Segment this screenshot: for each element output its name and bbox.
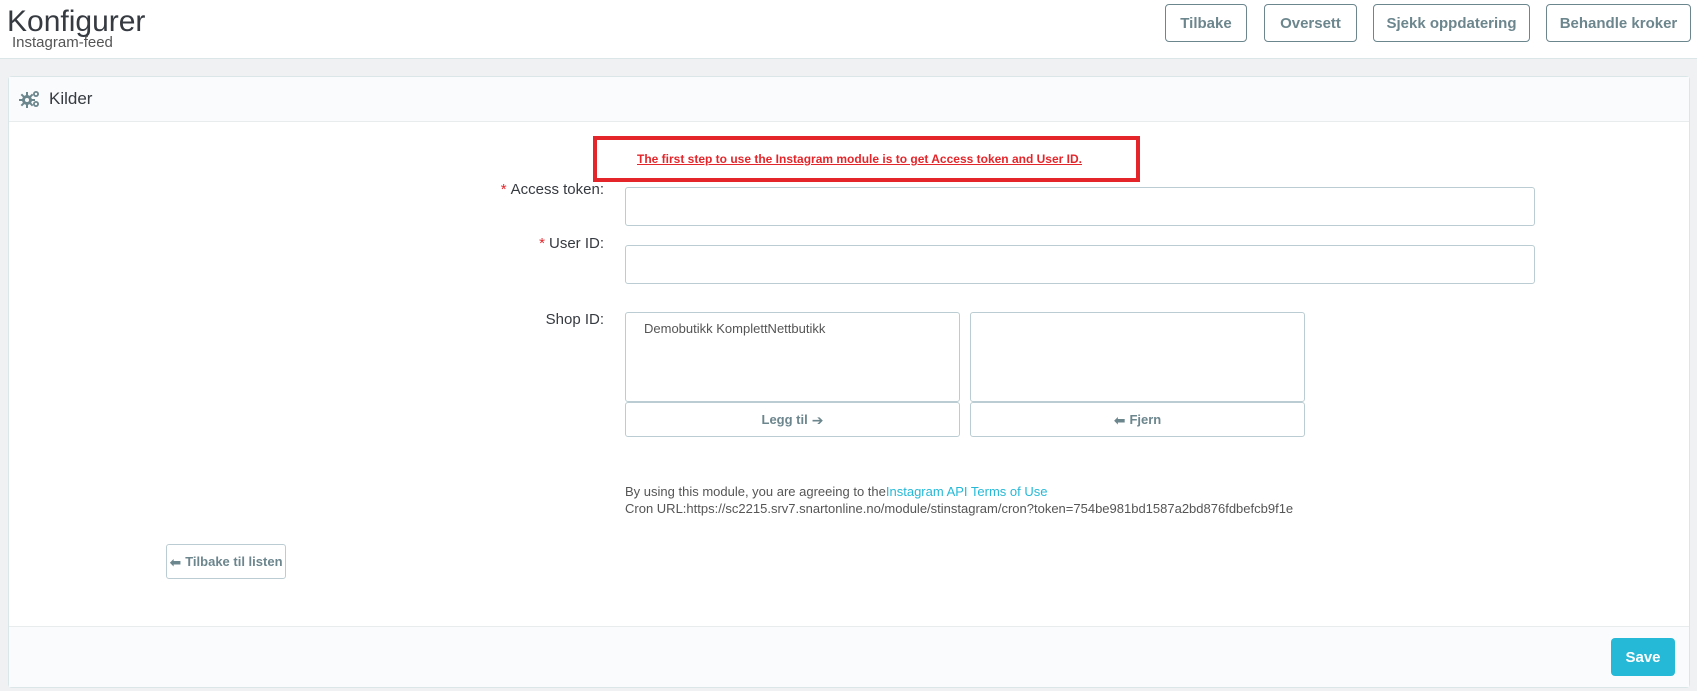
panel-heading: Kilder xyxy=(9,77,1689,122)
check-update-button[interactable]: Sjekk oppdatering xyxy=(1373,4,1530,42)
back-to-list-button[interactable]: ⬅ Tilbake til listen xyxy=(166,544,286,579)
access-token-label: * Access token: xyxy=(500,181,604,198)
notice-highlight-box: The first step to use the Instagram modu… xyxy=(593,136,1140,182)
remove-shop-button[interactable]: ⬅ Fjern xyxy=(970,402,1305,437)
back-button[interactable]: Tilbake xyxy=(1165,4,1247,42)
cron-url-text: Cron URL:https://sc2215.srv7.snartonline… xyxy=(625,501,1294,516)
add-shop-button[interactable]: Legg til ➔ xyxy=(625,402,960,437)
manage-hooks-button[interactable]: Behandle kroker xyxy=(1546,4,1691,42)
user-id-label: * User ID: xyxy=(539,235,604,252)
panel-footer: Save xyxy=(9,626,1689,687)
sources-panel: Kilder The first step to use the Instagr… xyxy=(8,76,1690,688)
selected-shops-list[interactable] xyxy=(970,312,1305,402)
available-shops-list[interactable]: Demobutikk KomplettNettbutikk xyxy=(625,312,960,402)
page-subtitle: Instagram-feed xyxy=(12,34,113,51)
shop-id-label: Shop ID: xyxy=(545,311,604,328)
page-header: Konfigurer Instagram-feed Tilbake Overse… xyxy=(0,0,1697,59)
arrow-left-icon: ⬅ xyxy=(1113,411,1126,428)
list-item[interactable]: Demobutikk KomplettNettbutikk xyxy=(644,321,941,336)
access-token-help-link[interactable]: The first step to use the Instagram modu… xyxy=(637,152,1082,166)
arrow-left-icon: ⬅ xyxy=(169,553,182,570)
terms-text: By using this module, you are agreeing t… xyxy=(625,484,1048,499)
translate-button[interactable]: Oversett xyxy=(1264,4,1357,42)
access-token-input[interactable] xyxy=(625,187,1535,226)
terms-link[interactable]: Instagram API Terms of Use xyxy=(886,484,1048,499)
panel-heading-text: Kilder xyxy=(49,89,93,108)
arrow-right-icon: ➔ xyxy=(811,411,824,428)
cogs-icon xyxy=(19,89,41,109)
user-id-input[interactable] xyxy=(625,245,1535,284)
save-button[interactable]: Save xyxy=(1611,638,1675,676)
